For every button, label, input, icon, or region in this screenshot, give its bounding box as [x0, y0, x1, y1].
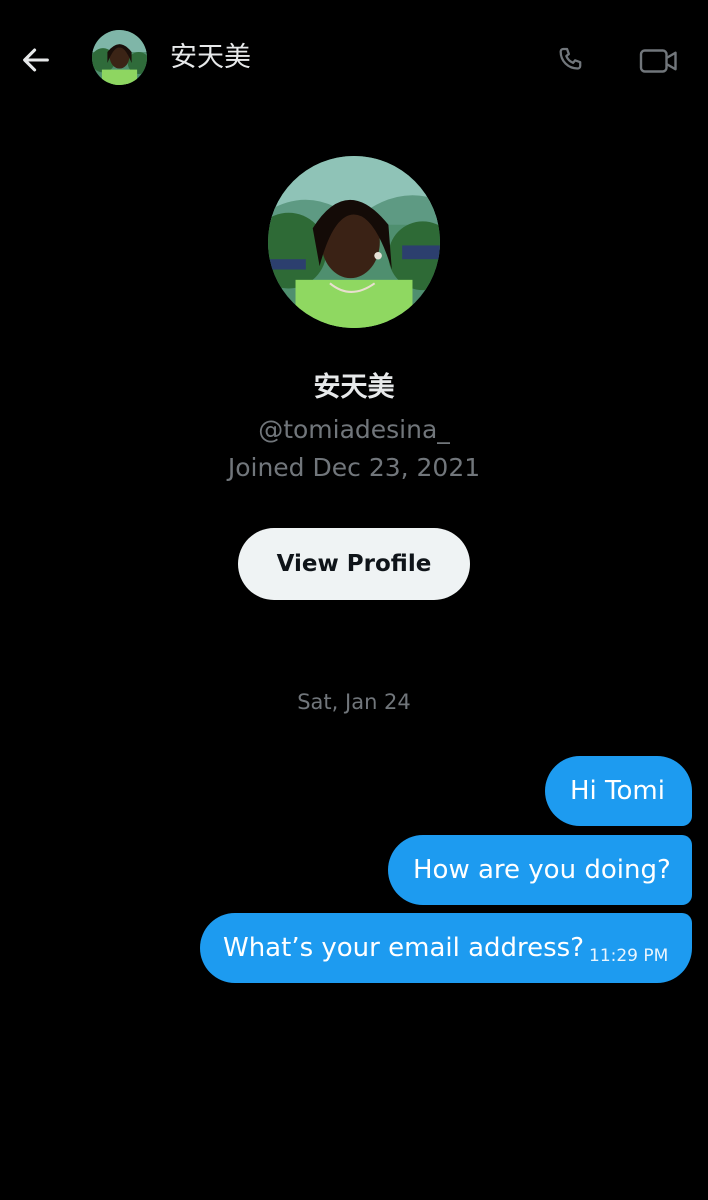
avatar-photo-icon [92, 30, 147, 85]
profile-avatar[interactable] [268, 156, 440, 328]
message-timestamp: 11:29 PM [589, 946, 669, 966]
message-text: What’s your email address? [223, 933, 585, 963]
back-button[interactable] [14, 38, 58, 82]
profile-display-name: 安天美 [313, 372, 395, 403]
avatar-photo-icon [268, 156, 440, 328]
arrow-left-icon [23, 48, 49, 72]
video-call-button[interactable] [634, 38, 684, 84]
profile-joined-date: Joined Dec 23, 2021 [227, 453, 481, 482]
header-contact-name[interactable]: 安天美 [170, 40, 251, 76]
message-text: How are you doing? [413, 855, 671, 885]
conversation-header: 安天美 [0, 0, 708, 120]
profile-handle: @tomiadesina_ [258, 415, 450, 444]
message-bubble[interactable]: Hi Tomi [545, 756, 692, 826]
date-divider: Sat, Jan 24 [297, 690, 411, 714]
voice-call-button[interactable] [548, 38, 594, 84]
message-bubble[interactable]: What’s your email address? 11:29 PM [200, 913, 692, 983]
view-profile-button[interactable]: View Profile [238, 528, 470, 600]
message-text: Hi Tomi [570, 776, 665, 806]
message-bubble[interactable]: How are you doing? [388, 835, 692, 905]
phone-icon [559, 47, 582, 70]
video-camera-icon [639, 49, 677, 73]
header-avatar[interactable] [92, 30, 147, 85]
